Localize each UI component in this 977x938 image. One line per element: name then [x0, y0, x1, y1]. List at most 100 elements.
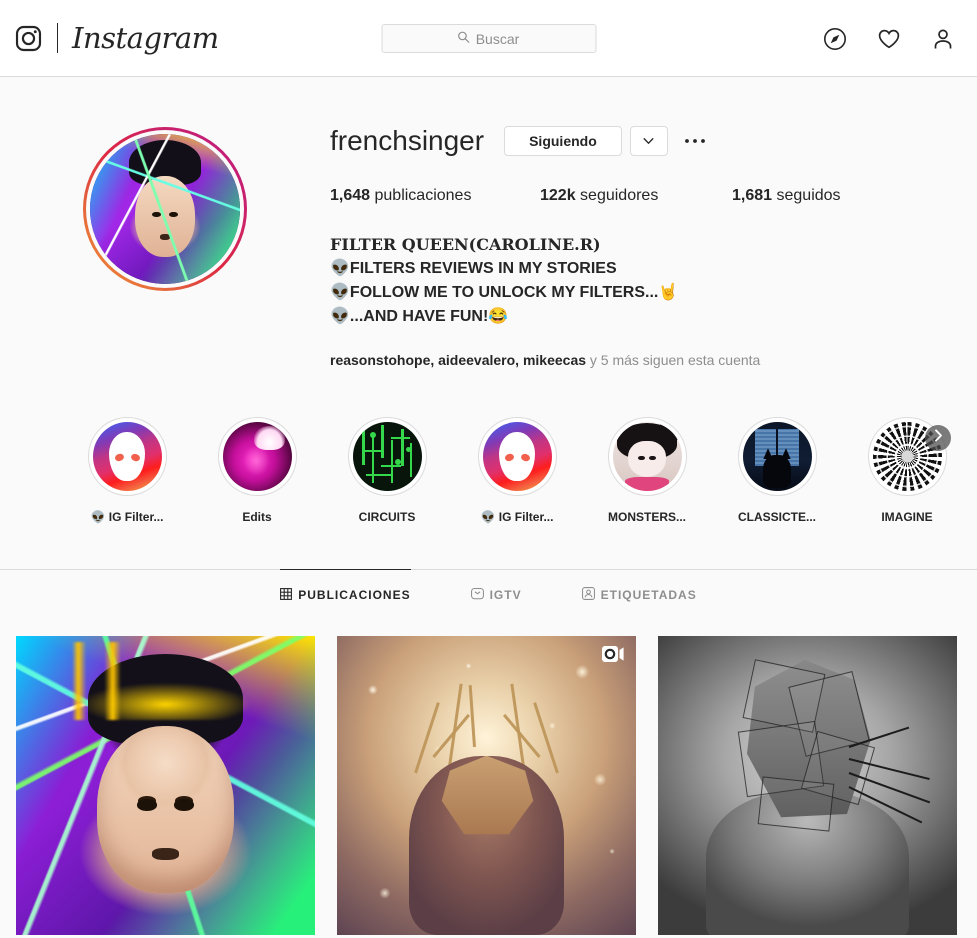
following-dropdown-button[interactable]	[629, 126, 668, 156]
post-thumbnail-2[interactable]	[337, 636, 636, 935]
stat-followers-value: 122k	[540, 187, 576, 204]
post1-mouth	[151, 847, 180, 860]
post1-eye-right	[173, 799, 195, 812]
highlight-cover	[742, 422, 812, 491]
highlights-next-button[interactable]	[925, 425, 951, 451]
highlight-item-imagine[interactable]: IMAGINE	[842, 417, 972, 524]
alien-face-artwork	[92, 422, 162, 491]
mutual-followers-suffix: y 5 más siguen esta cuenta	[586, 352, 761, 368]
highlight-cover	[92, 422, 162, 491]
profile-name-row: frenchsinger Siguiendo	[330, 125, 957, 157]
stat-followers-label: seguidores	[580, 187, 659, 204]
doll-eye-left	[638, 455, 645, 461]
highlight-ring	[347, 417, 427, 496]
doll-eye-right	[649, 455, 656, 461]
highlight-label: Edits	[242, 510, 272, 524]
instagram-wordmark[interactable]: Instagram	[72, 21, 219, 55]
nav-brand-group: Instagram	[14, 21, 219, 55]
alien-head-shape	[499, 432, 535, 481]
highlight-ring	[607, 417, 687, 496]
top-navigation-bar: Instagram Buscar	[0, 0, 977, 77]
highlight-item-circuits[interactable]: CIRCUITS	[322, 417, 452, 524]
post1-face-shape	[96, 725, 235, 894]
post-thumbnail-1[interactable]	[16, 636, 315, 935]
alien-head-shape	[109, 432, 145, 481]
highlight-ring	[87, 417, 167, 496]
stat-posts-label: publicaciones	[374, 187, 472, 204]
following-button[interactable]: Siguiendo	[504, 126, 622, 156]
doll-portrait-artwork	[612, 422, 682, 491]
instagram-camera-icon[interactable]	[14, 24, 43, 53]
search-input[interactable]: Buscar	[381, 24, 596, 53]
golden-antler-artwork	[337, 636, 636, 935]
highlight-item-classicte[interactable]: CLASSICTE...	[712, 417, 842, 524]
tagged-person-icon	[581, 587, 595, 603]
mutual-followers[interactable]: reasonstohope, aideevalero, mikeecas y 5…	[330, 351, 957, 369]
highlight-cover	[612, 422, 682, 491]
stat-posts-value: 1,648	[330, 187, 371, 204]
highlight-cover	[482, 422, 552, 491]
stat-following-value: 1,681	[732, 187, 773, 204]
highlight-label: CIRCUITS	[358, 510, 416, 524]
search-icon	[458, 30, 470, 48]
profile-page: frenchsinger Siguiendo 1,648 publicacion…	[0, 77, 977, 935]
window-silhouette-artwork	[742, 422, 812, 491]
highlight-item-monsters[interactable]: MONSTERS...	[582, 417, 712, 524]
tab-etiquetadas[interactable]: ETIQUETADAS	[581, 569, 697, 617]
avatar-artwork	[90, 134, 240, 284]
silhouette-body	[763, 455, 791, 489]
explore-compass-icon[interactable]	[823, 27, 847, 51]
profile-stats: 1,648 publicaciones 122k seguidores 1,68…	[330, 187, 957, 205]
bio-line-3: 👽...AND HAVE FUN!😂	[330, 308, 509, 325]
video-carousel-icon	[602, 646, 624, 662]
post1-eye-left	[136, 799, 158, 812]
lotus-flower-shape	[254, 426, 285, 450]
bio-line-1: 👽FILTERS REVIEWS IN MY STORIES	[330, 260, 617, 277]
highlight-cover	[352, 422, 422, 491]
alien-face-artwork	[482, 422, 552, 491]
portrait-face-shape	[239, 446, 274, 482]
highlight-label: IMAGINE	[881, 510, 933, 524]
stat-following-label: seguidos	[776, 187, 841, 204]
profile-username: frenchsinger	[330, 125, 485, 156]
chevron-down-icon	[643, 132, 655, 150]
avatar-story-ring[interactable]	[83, 127, 247, 291]
highlight-cover	[222, 422, 292, 491]
monochrome-geometric-artwork	[658, 636, 957, 935]
profile-person-icon[interactable]	[931, 27, 955, 51]
profile-info-column: frenchsinger Siguiendo 1,648 publicacion…	[330, 125, 977, 369]
circuit-board-artwork	[352, 422, 422, 491]
doll-face-shape	[627, 441, 667, 478]
tab-igtv[interactable]: IGTV	[470, 569, 522, 617]
highlight-item-ig-filters-1[interactable]: 👽 IG Filter...	[62, 417, 192, 524]
tab-label: IGTV	[489, 588, 522, 602]
avatar-column	[0, 125, 330, 369]
search-placeholder: Buscar	[475, 30, 520, 47]
stat-followers[interactable]: 122k seguidores	[540, 187, 692, 205]
highlight-ring	[477, 417, 557, 496]
activity-heart-icon[interactable]	[877, 27, 901, 51]
post-thumbnail-3[interactable]	[658, 636, 957, 935]
highlight-item-ig-filters-2[interactable]: 👽 IG Filter...	[452, 417, 582, 524]
bio-line-title: FILTER QUEEN(CAROLINE.R)	[330, 235, 601, 254]
nav-divider	[57, 23, 58, 53]
more-options-button[interactable]	[684, 126, 706, 156]
tab-label: ETIQUETADAS	[600, 588, 697, 602]
stat-posts: 1,648 publicaciones	[330, 187, 500, 205]
search-container: Buscar	[381, 24, 596, 53]
avatar-light-rays	[90, 134, 240, 284]
post-grid	[0, 617, 977, 935]
highlight-label: 👽 IG Filter...	[480, 510, 554, 524]
mutual-followers-names: reasonstohope, aideevalero, mikeecas	[330, 352, 587, 368]
highlight-label: 👽 IG Filter...	[90, 510, 164, 524]
avatar[interactable]	[90, 134, 240, 284]
chevron-right-icon	[934, 429, 943, 447]
tab-publicaciones[interactable]: PUBLICACIONES	[280, 569, 411, 617]
story-highlights: 👽 IG Filter... Edits CIRCUITS 👽 IG Filte…	[0, 369, 977, 524]
highlight-item-edits[interactable]: Edits	[192, 417, 322, 524]
nav-actions	[823, 0, 955, 77]
pink-portrait-artwork	[222, 422, 292, 491]
highlight-ring	[217, 417, 297, 496]
post3-whisker-lines	[848, 726, 939, 840]
stat-following[interactable]: 1,681 seguidos	[732, 187, 841, 205]
